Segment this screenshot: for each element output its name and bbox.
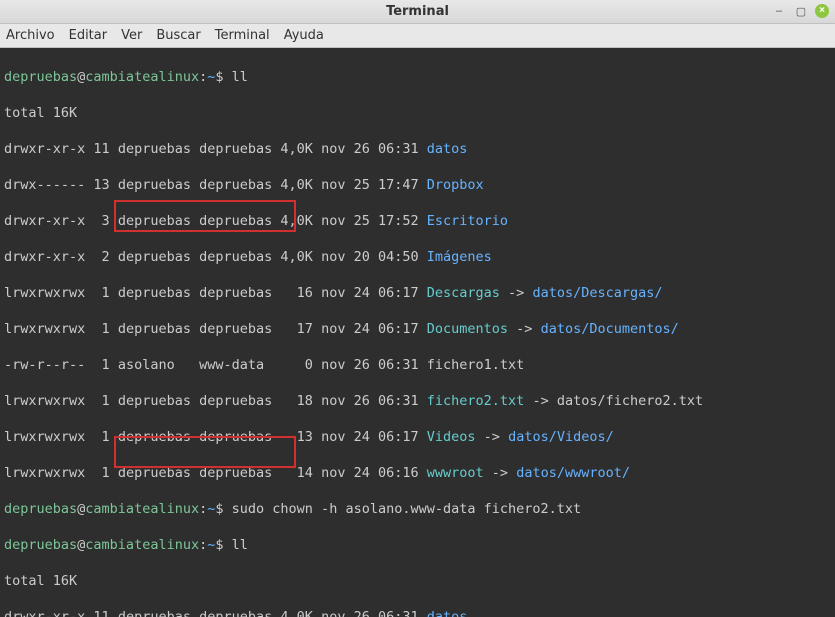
prompt-user: depruebas (4, 69, 77, 85)
ls-line: lrwxrwxrwx 1 depruebas depruebas 16 nov … (4, 284, 831, 302)
ls-line: lrwxrwxrwx 1 depruebas depruebas 13 nov … (4, 428, 831, 446)
prompt-colon: : (199, 69, 207, 85)
dir-name: Imágenes (427, 249, 492, 265)
link-name: fichero2.txt (427, 393, 525, 409)
ls-line: drwxr-xr-x 2 depruebas depruebas 4,0K no… (4, 248, 831, 266)
link-target: datos/fichero2.txt (557, 393, 703, 409)
dir-name: datos (427, 609, 468, 617)
window-title: Terminal (386, 4, 449, 19)
close-button[interactable]: × (815, 4, 829, 18)
prompt-host: cambiatealinux (85, 69, 199, 85)
link-target: datos/Descargas/ (532, 285, 662, 301)
menu-bar: Archivo Editar Ver Buscar Terminal Ayuda (0, 24, 835, 48)
ls-line: lrwxrwxrwx 1 depruebas depruebas 14 nov … (4, 464, 831, 482)
link-name: Descargas (427, 285, 500, 301)
terminal-pane[interactable]: depruebas@cambiatealinux:~$ ll total 16K… (0, 48, 835, 617)
terminal-line: depruebas@cambiatealinux:~$ ll (4, 536, 831, 554)
ls-line: drwx------ 13 depruebas depruebas 4,0K n… (4, 176, 831, 194)
cmd-chown: sudo chown -h asolano.www-data fichero2.… (232, 501, 582, 517)
ls-line: lrwxrwxrwx 1 depruebas depruebas 17 nov … (4, 320, 831, 338)
cmd-ll: ll (232, 537, 248, 553)
terminal-line: depruebas@cambiatealinux:~$ sudo chown -… (4, 500, 831, 518)
dir-name: datos (427, 141, 468, 157)
prompt-dollar: $ (215, 69, 223, 85)
terminal-line: total 16K (4, 572, 831, 590)
maximize-button[interactable]: ▢ (793, 3, 809, 19)
menu-buscar[interactable]: Buscar (156, 28, 200, 43)
ls-line: -rw-r--r-- 1 asolano www-data 0 nov 26 0… (4, 356, 831, 374)
ls-line: drwxr-xr-x 11 depruebas depruebas 4,0K n… (4, 140, 831, 158)
menu-ver[interactable]: Ver (121, 28, 142, 43)
ls-line: lrwxrwxrwx 1 depruebas depruebas 18 nov … (4, 392, 831, 410)
menu-terminal[interactable]: Terminal (215, 28, 270, 43)
minimize-button[interactable]: – (771, 3, 787, 19)
menu-editar[interactable]: Editar (69, 28, 108, 43)
link-target: datos/Documentos/ (541, 321, 679, 337)
link-name: Documentos (427, 321, 508, 337)
dir-name: Escritorio (427, 213, 508, 229)
terminal-line: depruebas@cambiatealinux:~$ ll (4, 68, 831, 86)
link-target: datos/wwwroot/ (516, 465, 630, 481)
link-name: wwwroot (427, 465, 484, 481)
cmd-ll: ll (232, 69, 248, 85)
menu-archivo[interactable]: Archivo (6, 28, 55, 43)
link-name: Videos (427, 429, 476, 445)
terminal-line: total 16K (4, 104, 831, 122)
menu-ayuda[interactable]: Ayuda (284, 28, 324, 43)
ls-line: drwxr-xr-x 3 depruebas depruebas 4,0K no… (4, 212, 831, 230)
window-titlebar: Terminal – ▢ × (0, 0, 835, 24)
window-controls: – ▢ × (771, 3, 829, 19)
link-target: datos/Videos/ (508, 429, 614, 445)
file-name: fichero1.txt (427, 357, 525, 373)
dir-name: Dropbox (427, 177, 484, 193)
ls-line: drwxr-xr-x 11 depruebas depruebas 4,0K n… (4, 608, 831, 617)
